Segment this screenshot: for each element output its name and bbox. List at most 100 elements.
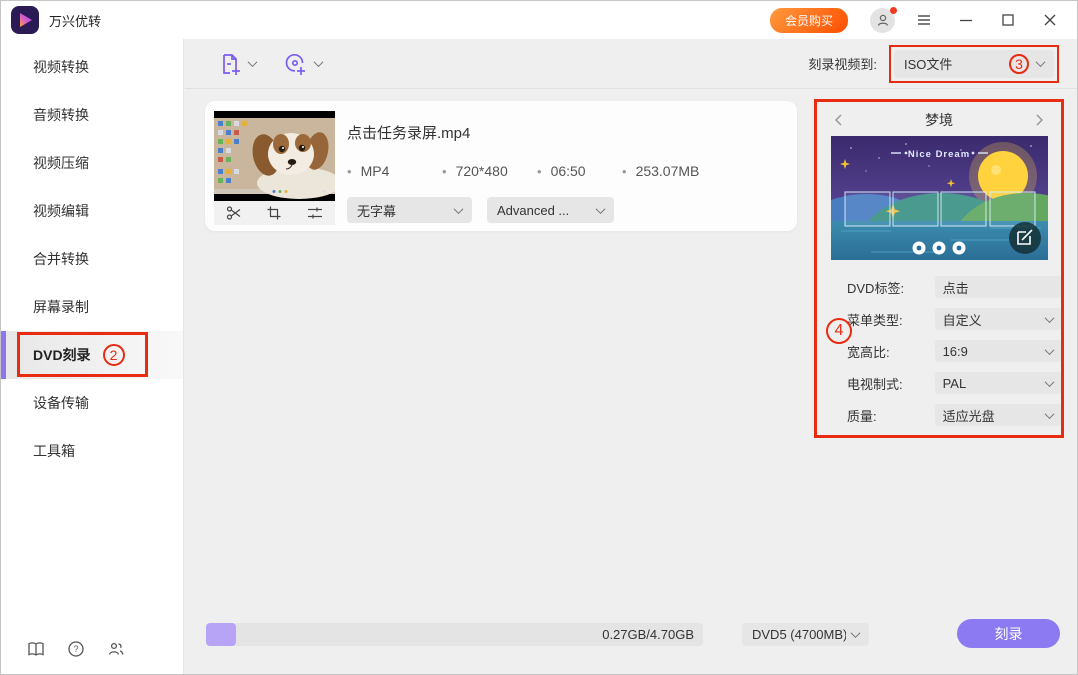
video-filename: 点击任务录屏.mp4 bbox=[347, 122, 470, 143]
maximize-button[interactable] bbox=[995, 7, 1021, 33]
burn-target-value: ISO文件 bbox=[904, 54, 1001, 73]
chevron-down-icon bbox=[248, 57, 258, 67]
sidebar-item-label: 屏幕录制 bbox=[33, 297, 89, 317]
person-icon bbox=[876, 13, 890, 27]
disc-usage-text: 0.27GB/4.70GB bbox=[602, 623, 694, 646]
chevron-down-icon bbox=[1045, 313, 1055, 323]
effects-sliders-icon[interactable] bbox=[307, 205, 323, 221]
chevron-down-icon bbox=[1045, 377, 1055, 387]
video-filesize: 253.07MB bbox=[622, 163, 699, 179]
disc-type-select[interactable]: DVD5 (4700MB) bbox=[742, 623, 869, 646]
aspect-ratio-label: 宽高比: bbox=[847, 342, 935, 361]
disc-capacity-fill bbox=[206, 623, 236, 646]
template-next-arrow[interactable] bbox=[1031, 112, 1047, 128]
svg-text:Nice Dream: Nice Dream bbox=[907, 149, 969, 160]
menu-nav-dots bbox=[912, 242, 965, 255]
sidebar-item-toolbox[interactable]: 工具箱 bbox=[1, 427, 183, 475]
sidebar-item-video-convert[interactable]: 视频转换 bbox=[1, 43, 183, 91]
tv-standard-label: 电视制式: bbox=[847, 374, 935, 393]
sidebar-item-label: 视频转换 bbox=[33, 57, 89, 77]
disc-capacity-bar: 0.27GB/4.70GB bbox=[206, 623, 703, 646]
annotation-badge-3: 3 bbox=[1009, 54, 1029, 74]
template-preview[interactable]: Nice Dream bbox=[831, 136, 1048, 260]
template-name: 梦境 bbox=[925, 110, 953, 130]
guide-book-icon[interactable] bbox=[27, 640, 45, 658]
dvd-label-input[interactable] bbox=[943, 280, 1053, 295]
sidebar-item-label: 工具箱 bbox=[33, 441, 75, 461]
template-prev-arrow[interactable] bbox=[831, 112, 847, 128]
sidebar: 视频转换 音频转换 视频压缩 视频编辑 合并转换 屏幕录制 DVD刻录 2 设备… bbox=[1, 39, 184, 674]
sidebar-item-merge-convert[interactable]: 合并转换 bbox=[1, 235, 183, 283]
edit-template-icon bbox=[1009, 222, 1041, 254]
tv-standard-select[interactable]: PAL bbox=[935, 372, 1061, 394]
sidebar-item-screen-record[interactable]: 屏幕录制 bbox=[1, 283, 183, 331]
media-item-card: 点击任务录屏.mp4 MP4 720*480 06:50 253.07MB 无字… bbox=[205, 101, 797, 231]
video-format: MP4 bbox=[347, 163, 442, 179]
app-logo-icon bbox=[11, 6, 39, 34]
subtitle-select[interactable]: 无字幕 bbox=[347, 197, 472, 223]
main-toolbar: 刻录视频到: ISO文件 3 bbox=[185, 39, 1077, 89]
menu-type-select[interactable]: 自定义 bbox=[935, 308, 1061, 330]
quality-value: 适应光盘 bbox=[943, 406, 1046, 425]
notification-dot bbox=[890, 7, 897, 14]
annotation-badge-2: 2 bbox=[103, 344, 125, 366]
sidebar-item-device-transfer[interactable]: 设备传输 bbox=[1, 379, 183, 427]
chevron-down-icon bbox=[851, 628, 861, 638]
burn-target-select[interactable]: ISO文件 3 bbox=[894, 50, 1054, 78]
membership-buy-button[interactable]: 会员购买 bbox=[770, 8, 848, 33]
app-title: 万兴优转 bbox=[49, 11, 101, 30]
annotation-badge-4: 4 bbox=[826, 318, 852, 344]
aspect-ratio-select[interactable]: 16:9 bbox=[935, 340, 1061, 362]
add-file-icon bbox=[219, 52, 242, 76]
svg-text:?: ? bbox=[73, 644, 78, 654]
main-area: 刻录视频到: ISO文件 3 bbox=[185, 39, 1077, 674]
add-disc-icon bbox=[284, 52, 308, 76]
disc-type-value: DVD5 (4700MB) bbox=[752, 627, 846, 642]
aspect-ratio-value: 16:9 bbox=[943, 344, 1046, 359]
close-button[interactable] bbox=[1037, 7, 1063, 33]
dvd-label-label: DVD标签: bbox=[847, 278, 935, 297]
sidebar-item-label: 音频转换 bbox=[33, 105, 89, 125]
advanced-select[interactable]: Advanced ... bbox=[487, 197, 614, 223]
menu-type-label: 菜单类型: bbox=[847, 310, 935, 329]
help-icon[interactable]: ? bbox=[67, 640, 85, 658]
sidebar-item-label: 视频压缩 bbox=[33, 153, 89, 173]
burn-to-label: 刻录视频到: bbox=[808, 54, 877, 73]
chevron-down-icon bbox=[1045, 409, 1055, 419]
sidebar-item-video-edit[interactable]: 视频编辑 bbox=[1, 187, 183, 235]
sidebar-item-label: DVD刻录 bbox=[33, 345, 91, 365]
tv-standard-value: PAL bbox=[943, 376, 1046, 391]
dvd-label-input-wrap bbox=[935, 276, 1061, 298]
crop-icon[interactable] bbox=[266, 205, 282, 221]
chevron-down-icon bbox=[596, 204, 606, 214]
minimize-button[interactable] bbox=[953, 7, 979, 33]
menu-icon[interactable] bbox=[911, 7, 937, 33]
dvd-template-panel: 梦境 bbox=[814, 99, 1064, 438]
quality-label: 质量: bbox=[847, 406, 935, 425]
chevron-down-icon bbox=[454, 204, 464, 214]
sidebar-item-label: 视频编辑 bbox=[33, 201, 89, 221]
video-thumbnail[interactable] bbox=[214, 111, 335, 201]
chevron-down-icon bbox=[1045, 345, 1055, 355]
video-resolution: 720*480 bbox=[442, 163, 537, 179]
account-avatar[interactable] bbox=[870, 8, 895, 33]
titlebar: 万兴优转 会员购买 bbox=[1, 1, 1077, 39]
subtitle-value: 无字幕 bbox=[357, 201, 455, 220]
trim-scissors-icon[interactable] bbox=[226, 205, 242, 221]
clip-tools bbox=[214, 201, 335, 225]
quality-select[interactable]: 适应光盘 bbox=[935, 404, 1061, 426]
add-file-button[interactable] bbox=[219, 52, 256, 76]
burn-button[interactable]: 刻录 bbox=[957, 619, 1060, 648]
advanced-value: Advanced ... bbox=[497, 203, 597, 218]
sidebar-item-audio-convert[interactable]: 音频转换 bbox=[1, 91, 183, 139]
sidebar-item-label: 设备传输 bbox=[33, 393, 89, 413]
contact-icon[interactable] bbox=[107, 640, 125, 658]
sidebar-item-dvd-burn[interactable]: DVD刻录 2 bbox=[1, 331, 183, 379]
chevron-down-icon bbox=[1036, 57, 1046, 67]
app-window: 万兴优转 会员购买 bbox=[0, 0, 1078, 675]
sidebar-item-video-compress[interactable]: 视频压缩 bbox=[1, 139, 183, 187]
video-duration: 06:50 bbox=[537, 163, 622, 179]
annotation-box-3: ISO文件 3 bbox=[889, 45, 1059, 83]
add-disc-button[interactable] bbox=[284, 52, 322, 76]
sidebar-item-label: 合并转换 bbox=[33, 249, 89, 269]
